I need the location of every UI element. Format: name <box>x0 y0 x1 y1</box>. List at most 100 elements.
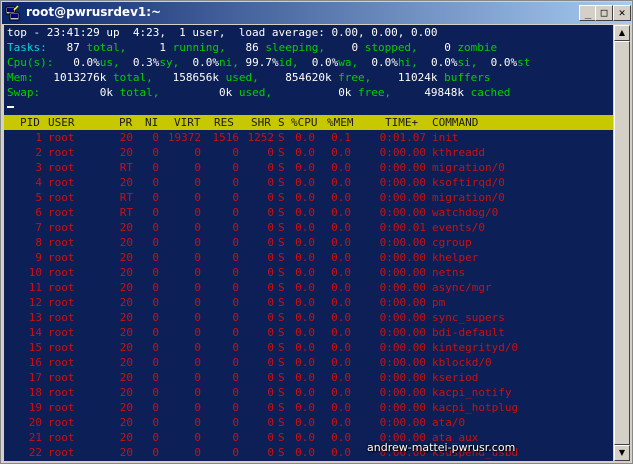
cell-virt: 0 <box>194 191 201 204</box>
cell-user: root <box>48 131 75 144</box>
cell-pid: 8 <box>35 236 42 249</box>
cell-ni: 0 <box>152 401 159 414</box>
cell-pid: 15 <box>28 341 42 354</box>
cell-cpu: 0.0 <box>295 206 315 219</box>
cell-virt: 0 <box>194 251 201 264</box>
cell-pid: 12 <box>28 296 42 309</box>
cell-mem: 0.0 <box>331 386 351 399</box>
cell-ni: 0 <box>152 236 159 249</box>
cell-mem: 0.0 <box>331 146 351 159</box>
cell-virt: 0 <box>194 161 201 174</box>
cell-cmd: ata/0 <box>432 416 466 429</box>
cell-ni: 0 <box>152 431 159 444</box>
cell-time: 0:00.00 <box>379 281 426 294</box>
vertical-scrollbar[interactable]: ▲ ▼ <box>614 25 630 461</box>
swap-line: Swap: 0k total, 0k used, 0k free, 49848k… <box>7 86 511 99</box>
cell-cpu: 0.0 <box>295 281 315 294</box>
cell-pid: 19 <box>28 401 42 414</box>
cell-virt: 0 <box>194 386 201 399</box>
cell-virt: 0 <box>194 416 201 429</box>
cell-virt: 0 <box>194 341 201 354</box>
cell-user: root <box>48 446 75 459</box>
col-user: USER <box>48 116 75 129</box>
maximize-button[interactable]: □ <box>595 5 613 21</box>
cell-user: root <box>48 251 75 264</box>
table-row: 1 root 20 0 19372 1516 1252 S 0.0 0.1 0:01.07 init <box>4 130 613 145</box>
cell-mem: 0.0 <box>331 191 351 204</box>
table-row: 18 root 20 0 0 0 0 S 0.0 0.0 0:00.00 kacpi_notify <box>4 385 613 400</box>
cell-user: root <box>48 341 75 354</box>
cell-res: 0 <box>232 401 239 414</box>
title-bar[interactable]: root@pwrusrdev1:~ _ □ ✕ <box>2 2 631 24</box>
cell-ni: 0 <box>152 296 159 309</box>
cell-pr: 20 <box>119 431 133 444</box>
cell-user: root <box>48 311 75 324</box>
cell-res: 0 <box>232 221 239 234</box>
cell-shr: 0 <box>267 161 274 174</box>
table-row: 16 root 20 0 0 0 0 S 0.0 0.0 0:00.00 kblockd/0 <box>4 355 613 370</box>
cell-pid: 2 <box>35 146 42 159</box>
cell-virt: 19372 <box>167 131 201 144</box>
cell-user: root <box>48 191 75 204</box>
cell-res: 0 <box>232 176 239 189</box>
table-row: 7 root 20 0 0 0 0 S 0.0 0.0 0:00.01 events/0 <box>4 220 613 235</box>
cell-virt: 0 <box>194 146 201 159</box>
window-title: root@pwrusrdev1:~ <box>26 5 162 19</box>
cell-pr: 20 <box>119 296 133 309</box>
cell-s: S <box>278 251 285 264</box>
table-row: 22 root 20 0 0 0 0 S 0.0 0.0 0:00.00 ksuspend_usbd <box>4 445 613 460</box>
cell-time: 0:00.00 <box>379 371 426 384</box>
scrollbar-thumb[interactable] <box>614 41 630 445</box>
cell-cpu: 0.0 <box>295 251 315 264</box>
cell-cpu: 0.0 <box>295 191 315 204</box>
cell-s: S <box>278 356 285 369</box>
col-s: S <box>278 116 285 129</box>
cell-shr: 0 <box>267 341 274 354</box>
mem-line: Mem: 1013276k total, 158656k used, 85462… <box>7 71 491 84</box>
table-row: 20 root 20 0 0 0 0 S 0.0 0.0 0:00.00 ata/0 <box>4 415 613 430</box>
table-row: 14 root 20 0 0 0 0 S 0.0 0.0 0:00.00 bdi-default <box>4 325 613 340</box>
cell-res: 0 <box>232 446 239 459</box>
cell-pr: 20 <box>119 266 133 279</box>
cell-ni: 0 <box>152 251 159 264</box>
cell-res: 0 <box>232 161 239 174</box>
scroll-down-arrow-icon[interactable]: ▼ <box>614 445 630 461</box>
cell-pr: RT <box>119 191 133 204</box>
table-row: 15 root 20 0 0 0 0 S 0.0 0.0 0:00.00 kintegrityd/0 <box>4 340 613 355</box>
scroll-up-arrow-icon[interactable]: ▲ <box>614 25 630 41</box>
cell-cmd: pm <box>432 296 446 309</box>
cell-virt: 0 <box>194 266 201 279</box>
cell-pid: 4 <box>35 176 42 189</box>
cell-mem: 0.0 <box>331 296 351 309</box>
cell-ni: 0 <box>152 206 159 219</box>
cell-res: 0 <box>232 251 239 264</box>
cell-cpu: 0.0 <box>295 371 315 384</box>
cell-shr: 0 <box>267 266 274 279</box>
cell-pr: 20 <box>119 356 133 369</box>
cell-shr: 0 <box>267 146 274 159</box>
cell-pid: 21 <box>28 431 42 444</box>
cell-shr: 0 <box>267 296 274 309</box>
cell-ni: 0 <box>152 446 159 459</box>
col-time: TIME+ <box>385 116 419 129</box>
cell-ni: 0 <box>152 326 159 339</box>
close-button[interactable]: ✕ <box>613 5 631 21</box>
cell-cpu: 0.0 <box>295 386 315 399</box>
cell-time: 0:00.00 <box>379 401 426 414</box>
cell-res: 0 <box>232 386 239 399</box>
col-ni: NI <box>145 116 159 129</box>
cell-ni: 0 <box>152 341 159 354</box>
cell-time: 0:00.00 <box>379 326 426 339</box>
terminal-area[interactable]: top - 23:41:29 up 4:23, 1 user, load ave… <box>4 25 613 461</box>
cell-res: 0 <box>232 236 239 249</box>
cell-cmd: khelper <box>432 251 479 264</box>
table-row: 11 root 20 0 0 0 0 S 0.0 0.0 0:00.00 async/mgr <box>4 280 613 295</box>
cell-user: root <box>48 401 75 414</box>
cell-virt: 0 <box>194 356 201 369</box>
cell-time: 0:00.01 <box>379 221 426 234</box>
cell-ni: 0 <box>152 386 159 399</box>
cell-res: 0 <box>232 341 239 354</box>
cell-cmd: kblockd/0 <box>432 356 492 369</box>
cell-res: 0 <box>232 311 239 324</box>
cell-mem: 0.0 <box>331 356 351 369</box>
